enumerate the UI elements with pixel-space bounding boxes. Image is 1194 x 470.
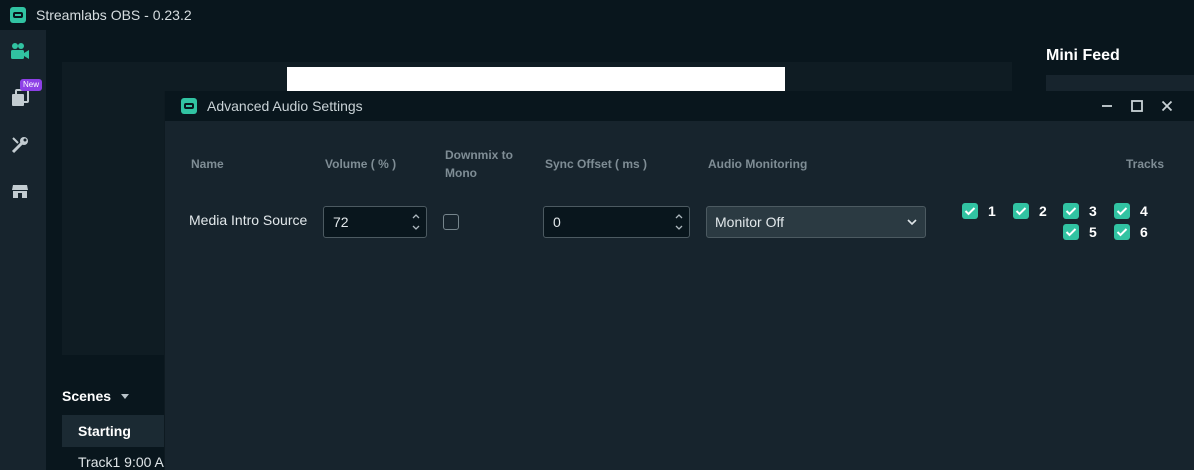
track-checkbox-3[interactable]: 3 <box>1063 203 1097 219</box>
sync-offset-spinner-icon[interactable] <box>674 211 684 233</box>
track-checkbox-5[interactable]: 5 <box>1063 224 1097 240</box>
track-label: 6 <box>1140 224 1148 240</box>
column-header-volume: Volume ( % ) <box>325 157 397 171</box>
app-title: Streamlabs OBS - 0.23.2 <box>36 7 192 23</box>
scene-item-active[interactable]: Starting <box>62 415 164 447</box>
track-label: 1 <box>988 203 996 219</box>
audio-monitoring-select[interactable]: Monitor Off <box>706 206 926 238</box>
source-name: Media Intro Source <box>189 212 308 228</box>
mini-feed-title: Mini Feed <box>1046 47 1120 64</box>
app-titlebar: Streamlabs OBS - 0.23.2 <box>0 0 1194 30</box>
track-checkbox-1[interactable]: 1 <box>962 203 996 219</box>
maximize-button[interactable] <box>1127 96 1147 116</box>
checkbox-checked-icon <box>1063 203 1079 219</box>
side-nav: New ★ <box>0 30 46 470</box>
track-label: 5 <box>1089 224 1097 240</box>
checkbox-checked-icon <box>1114 203 1130 219</box>
scenes-title: Scenes <box>62 388 112 404</box>
column-header-audio-monitoring: Audio Monitoring <box>708 157 808 171</box>
sync-offset-input[interactable]: 0 <box>543 206 690 238</box>
checkbox-checked-icon <box>962 203 978 219</box>
column-header-sync-offset: Sync Offset ( ms ) <box>545 157 648 171</box>
scene-item[interactable]: Track1 9:00 A <box>62 447 164 470</box>
track-checkbox-2[interactable]: 2 <box>1013 203 1047 219</box>
volume-spinner-icon[interactable] <box>411 211 421 233</box>
streamlabs-logo-icon <box>181 98 197 114</box>
minimize-button[interactable] <box>1097 96 1117 116</box>
nav-store-icon[interactable] <box>9 180 31 202</box>
scenes-dropdown-caret-icon[interactable] <box>121 394 129 399</box>
checkbox-checked-icon <box>1063 224 1079 240</box>
close-button[interactable] <box>1157 96 1177 116</box>
dialog-title: Advanced Audio Settings <box>207 98 363 114</box>
column-header-name: Name <box>191 157 224 171</box>
checkbox-checked-icon <box>1013 203 1029 219</box>
column-header-tracks: Tracks <box>1126 157 1165 171</box>
track-checkbox-6[interactable]: 6 <box>1114 224 1148 240</box>
dialog-titlebar[interactable]: Advanced Audio Settings <box>165 91 1194 121</box>
advanced-audio-dialog: Advanced Audio Settings Name Volume ( % … <box>164 91 1194 470</box>
new-badge: New <box>20 79 43 91</box>
audio-monitoring-value: Monitor Off <box>715 214 784 230</box>
track-checkbox-4[interactable]: 4 <box>1114 203 1148 219</box>
sync-offset-value: 0 <box>553 214 561 230</box>
streamlabs-logo-icon <box>10 7 26 23</box>
nav-editor-camera-icon[interactable] <box>9 40 31 62</box>
nav-tools-icon[interactable] <box>9 134 31 156</box>
track-label: 3 <box>1089 203 1097 219</box>
column-header-downmix: Downmix to <box>445 148 513 162</box>
chevron-down-icon <box>907 219 917 226</box>
column-header-downmix-line2: Mono <box>445 166 477 180</box>
checkbox-checked-icon <box>1114 224 1130 240</box>
track-label: 4 <box>1140 203 1148 219</box>
volume-input[interactable]: 72 <box>323 206 427 238</box>
downmix-mono-checkbox[interactable] <box>443 214 459 230</box>
volume-value: 72 <box>333 214 349 230</box>
track-label: 2 <box>1039 203 1047 219</box>
